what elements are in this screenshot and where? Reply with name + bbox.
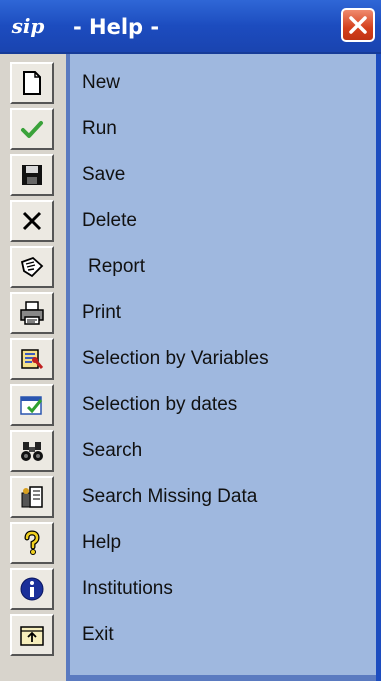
menu-item-run[interactable]: Run bbox=[82, 116, 117, 142]
new-button[interactable] bbox=[10, 62, 54, 104]
binoculars-icon bbox=[21, 442, 43, 461]
selection-by-variables-button[interactable] bbox=[10, 338, 54, 380]
menu-item-delete[interactable]: Delete bbox=[82, 208, 137, 234]
menu-item-help[interactable]: Help bbox=[82, 530, 121, 556]
menu-item-save[interactable]: Save bbox=[82, 162, 125, 188]
menu-item-selection-by-variables[interactable]: Selection by Variables bbox=[82, 346, 269, 372]
run-button[interactable] bbox=[10, 108, 54, 150]
print-button[interactable] bbox=[10, 292, 54, 334]
delete-button[interactable] bbox=[10, 200, 54, 242]
selection-by-dates-button[interactable] bbox=[10, 384, 54, 426]
institutions-button[interactable] bbox=[10, 568, 54, 610]
menu-item-new[interactable]: New bbox=[82, 70, 120, 96]
menu-item-print[interactable]: Print bbox=[82, 300, 121, 326]
menu-item-report[interactable]: Report bbox=[88, 254, 145, 280]
window-right-border bbox=[376, 54, 381, 681]
selection-dates-icon bbox=[20, 396, 43, 415]
question-mark-icon bbox=[24, 530, 40, 555]
menu-item-exit[interactable]: Exit bbox=[82, 622, 114, 648]
close-icon bbox=[349, 16, 367, 34]
report-button[interactable] bbox=[10, 246, 54, 288]
delete-x-icon bbox=[22, 211, 42, 231]
help-window: sip - Help - New Run Save Delete Report … bbox=[0, 0, 381, 681]
window-title: - Help - bbox=[73, 15, 160, 39]
info-icon bbox=[20, 577, 44, 601]
menu-item-selection-by-dates[interactable]: Selection by dates bbox=[82, 392, 237, 418]
save-button[interactable] bbox=[10, 154, 54, 196]
menu-item-search-missing-data[interactable]: Search Missing Data bbox=[82, 484, 257, 510]
floppy-disk-icon bbox=[22, 165, 42, 185]
new-document-icon bbox=[23, 71, 41, 95]
help-button[interactable] bbox=[10, 522, 54, 564]
app-logo-icon: sip bbox=[11, 14, 45, 38]
menu-item-institutions[interactable]: Institutions bbox=[82, 576, 173, 602]
printer-icon bbox=[20, 301, 44, 325]
report-icon bbox=[20, 256, 44, 278]
search-missing-icon bbox=[21, 486, 43, 508]
title-bar[interactable]: sip - Help - bbox=[0, 0, 381, 54]
close-button[interactable] bbox=[341, 8, 375, 42]
menu-list-panel: New Run Save Delete Report Print Selecti… bbox=[66, 54, 376, 681]
checkmark-icon bbox=[21, 121, 43, 138]
menu-item-search[interactable]: Search bbox=[82, 438, 142, 464]
exit-folder-icon bbox=[20, 626, 44, 646]
search-missing-data-button[interactable] bbox=[10, 476, 54, 518]
toolbar-icon-column bbox=[0, 54, 64, 681]
selection-variables-icon bbox=[21, 349, 44, 369]
search-button[interactable] bbox=[10, 430, 54, 472]
exit-button[interactable] bbox=[10, 614, 54, 656]
